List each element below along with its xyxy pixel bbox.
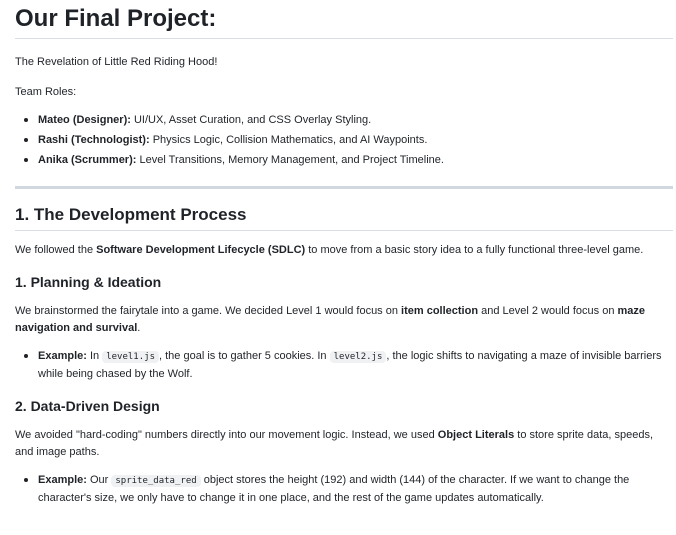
- document-page: Our Final Project: The Revelation of Lit…: [0, 0, 676, 507]
- development-intro: We followed the Software Development Lif…: [15, 244, 644, 256]
- role-name: Mateo (Designer):: [38, 114, 131, 126]
- role-desc: Level Transitions, Memory Management, an…: [139, 154, 444, 166]
- example-label: Example:: [38, 474, 87, 486]
- role-name: Rashi (Technologist):: [38, 134, 150, 146]
- role-desc: Physics Logic, Collision Mathematics, an…: [152, 134, 428, 146]
- planning-example-item: Example: In level1.js, the goal is to ga…: [38, 347, 673, 383]
- code-level1: level1.js: [102, 351, 159, 363]
- role-name: Anika (Scrummer):: [38, 154, 137, 166]
- section-heading-development-process: 1. The Development Process: [15, 204, 673, 231]
- page-title: Our Final Project:: [15, 0, 673, 39]
- data-driven-paragraph: We avoided "hard-coding" numbers directl…: [15, 429, 654, 458]
- role-desc: UI/UX, Asset Curation, and CSS Overlay S…: [133, 114, 372, 126]
- team-roles-list: Mateo (Designer): UI/UX, Asset Curation,…: [15, 111, 673, 169]
- data-driven-example-item: Example: Our sprite_data_red object stor…: [38, 471, 673, 507]
- role-item-anika: Anika (Scrummer): Level Transitions, Mem…: [38, 151, 673, 169]
- project-subtitle: The Revelation of Little Red Riding Hood…: [15, 56, 218, 68]
- section-divider: [15, 186, 673, 189]
- team-roles-label: Team Roles:: [15, 86, 77, 98]
- subheading-data-driven: 2. Data-Driven Design: [15, 398, 160, 414]
- planning-paragraph: We brainstormed the fairytale into a gam…: [15, 305, 646, 334]
- role-item-mateo: Mateo (Designer): UI/UX, Asset Curation,…: [38, 111, 673, 129]
- subheading-planning: 1. Planning & Ideation: [15, 274, 162, 290]
- planning-example-list: Example: In level1.js, the goal is to ga…: [15, 347, 673, 383]
- data-driven-example-list: Example: Our sprite_data_red object stor…: [15, 471, 673, 507]
- code-sprite-data-red: sprite_data_red: [111, 475, 201, 487]
- code-level2: level2.js: [329, 351, 387, 363]
- role-item-rashi: Rashi (Technologist): Physics Logic, Col…: [38, 131, 673, 149]
- example-label: Example:: [38, 350, 87, 362]
